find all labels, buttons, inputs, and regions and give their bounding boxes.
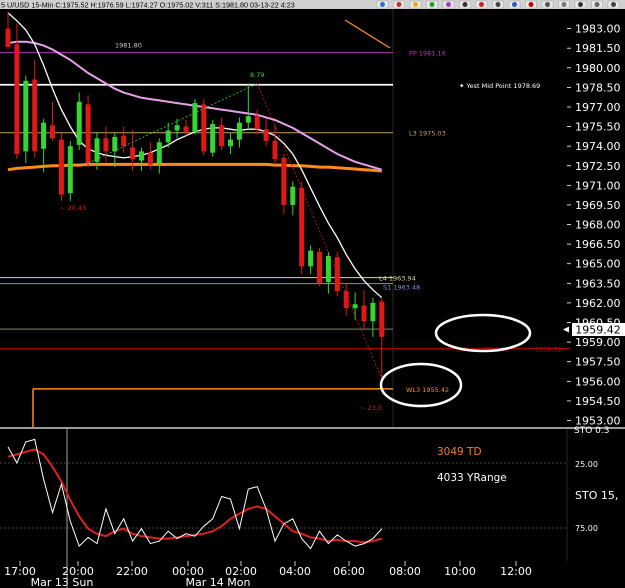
- x-tick-label: 04:00: [279, 565, 311, 578]
- y-tick-label: 1966.50: [575, 238, 621, 251]
- line-icon[interactable]: [574, 0, 587, 9]
- current-price-marker: 1959.42: [563, 323, 625, 337]
- y-tick-label: 1968.00: [575, 219, 621, 232]
- arrow-down-icon[interactable]: [393, 0, 405, 9]
- target-icon[interactable]: [508, 0, 521, 9]
- y-tick-label: 1957.50: [575, 356, 621, 369]
- y-tick-label: 1978.50: [575, 81, 621, 94]
- x-tick-label: 10:00: [444, 565, 476, 578]
- bottom-low-label: ~ 23.0: [360, 404, 382, 412]
- y-tick-label: 1954.50: [575, 395, 621, 408]
- candle: [67, 140, 73, 202]
- candle: [317, 248, 322, 286]
- y-tick-label: 1971.00: [575, 179, 621, 192]
- x-tick-label: 06:00: [333, 565, 365, 578]
- level-label-l3: L3 1975.03: [409, 130, 446, 138]
- flag-icon[interactable]: [426, 0, 438, 9]
- red-square-icon[interactable]: [525, 0, 537, 9]
- small-high-label: 8.79: [250, 71, 264, 79]
- candle: [210, 120, 216, 157]
- stoch-axis-label: STO 15,: [575, 489, 618, 502]
- y-tick-label: 1980.00: [575, 62, 621, 75]
- candle: [23, 75, 29, 164]
- level-label-l4: L4 1963.94: [379, 275, 416, 283]
- clock-icon[interactable]: [492, 0, 504, 9]
- stoch-25-label: 25.00: [575, 460, 598, 469]
- left-low-label: ~ 20.43: [60, 204, 86, 212]
- date-label: Mar 13 Sun: [31, 576, 94, 588]
- toolbar: [376, 0, 620, 9]
- candle: [58, 133, 64, 202]
- candle: [192, 99, 198, 135]
- level-label-s1: S1 1963.48: [383, 284, 420, 292]
- level-label-pp: PP 1981.16: [409, 50, 446, 58]
- price-pane: PP 1981.16 L3 1975.03 L4 1963.94S1 1963.48…: [0, 9, 570, 427]
- pane-separator[interactable]: [0, 427, 625, 429]
- candle: [299, 181, 305, 275]
- price-axis[interactable]: 1983.00 1981.50 1980.00 1978.50 1977.00 1975.…: [567, 9, 625, 427]
- candle: [85, 95, 91, 168]
- y-tick-label: 1974.00: [575, 140, 621, 153]
- header-prefix: 5: [1, 1, 5, 10]
- arrow-up-icon[interactable]: [376, 0, 389, 9]
- chart-canvas: 5 U/USD 15-Min C:1975.52 H:1976.59 L:197…: [0, 0, 625, 588]
- stoch-top-label: STO 0.3: [574, 426, 609, 436]
- ruler-icon[interactable]: [558, 0, 570, 9]
- star-icon[interactable]: [409, 0, 422, 9]
- stochastic-pane: 3049 TD 4033 YRange 25.00 75.00 STO 15, …: [0, 426, 618, 561]
- y-tick-label: 1977.00: [575, 101, 621, 114]
- date-label: Mar 14 Mon: [186, 576, 251, 588]
- stoch-75-label: 75.00: [575, 524, 598, 533]
- y-tick-label: 1963.50: [575, 277, 621, 290]
- tool-icon[interactable]: [541, 0, 554, 9]
- y-tick-label: 1965.00: [575, 258, 621, 271]
- text-icon[interactable]: [459, 0, 471, 9]
- candle: [334, 251, 340, 297]
- leaf-icon[interactable]: [442, 0, 455, 9]
- y-tick-label: 1956.00: [575, 375, 621, 388]
- yest-mid-label: ✦ Yest Mid Point 1978.69: [459, 82, 540, 90]
- y-tick-label: 1972.50: [575, 160, 621, 173]
- y-tick-label: 1975.50: [575, 121, 621, 134]
- header-ohlc: U/USD 15-Min C:1975.52 H:1976.59 L:1974.…: [7, 1, 295, 10]
- circle-icon[interactable]: [475, 0, 488, 9]
- level-label-wl3: WL3 1955.42: [406, 386, 449, 394]
- y-tick-label: 1981.50: [575, 42, 621, 55]
- y-tick-label: 1962.00: [575, 297, 621, 310]
- yrange-label: 4033 YRange: [437, 472, 507, 484]
- current-price-label: 1959.42: [575, 324, 621, 337]
- x-tick-label: 22:00: [116, 565, 148, 578]
- settings-icon[interactable]: [607, 0, 620, 9]
- x-tick-label: 08:00: [389, 565, 421, 578]
- high-label: 1981.80: [115, 41, 142, 49]
- zoom-icon[interactable]: [591, 0, 603, 9]
- wlow-right-label: 1958.52: [535, 345, 562, 353]
- y-tick-label: 1983.00: [575, 23, 621, 36]
- x-tick-label: 12:00: [500, 565, 532, 578]
- y-tick-label: 1959.00: [575, 336, 621, 349]
- td-label: 3049 TD: [437, 446, 482, 458]
- y-tick-label: 1969.50: [575, 199, 621, 212]
